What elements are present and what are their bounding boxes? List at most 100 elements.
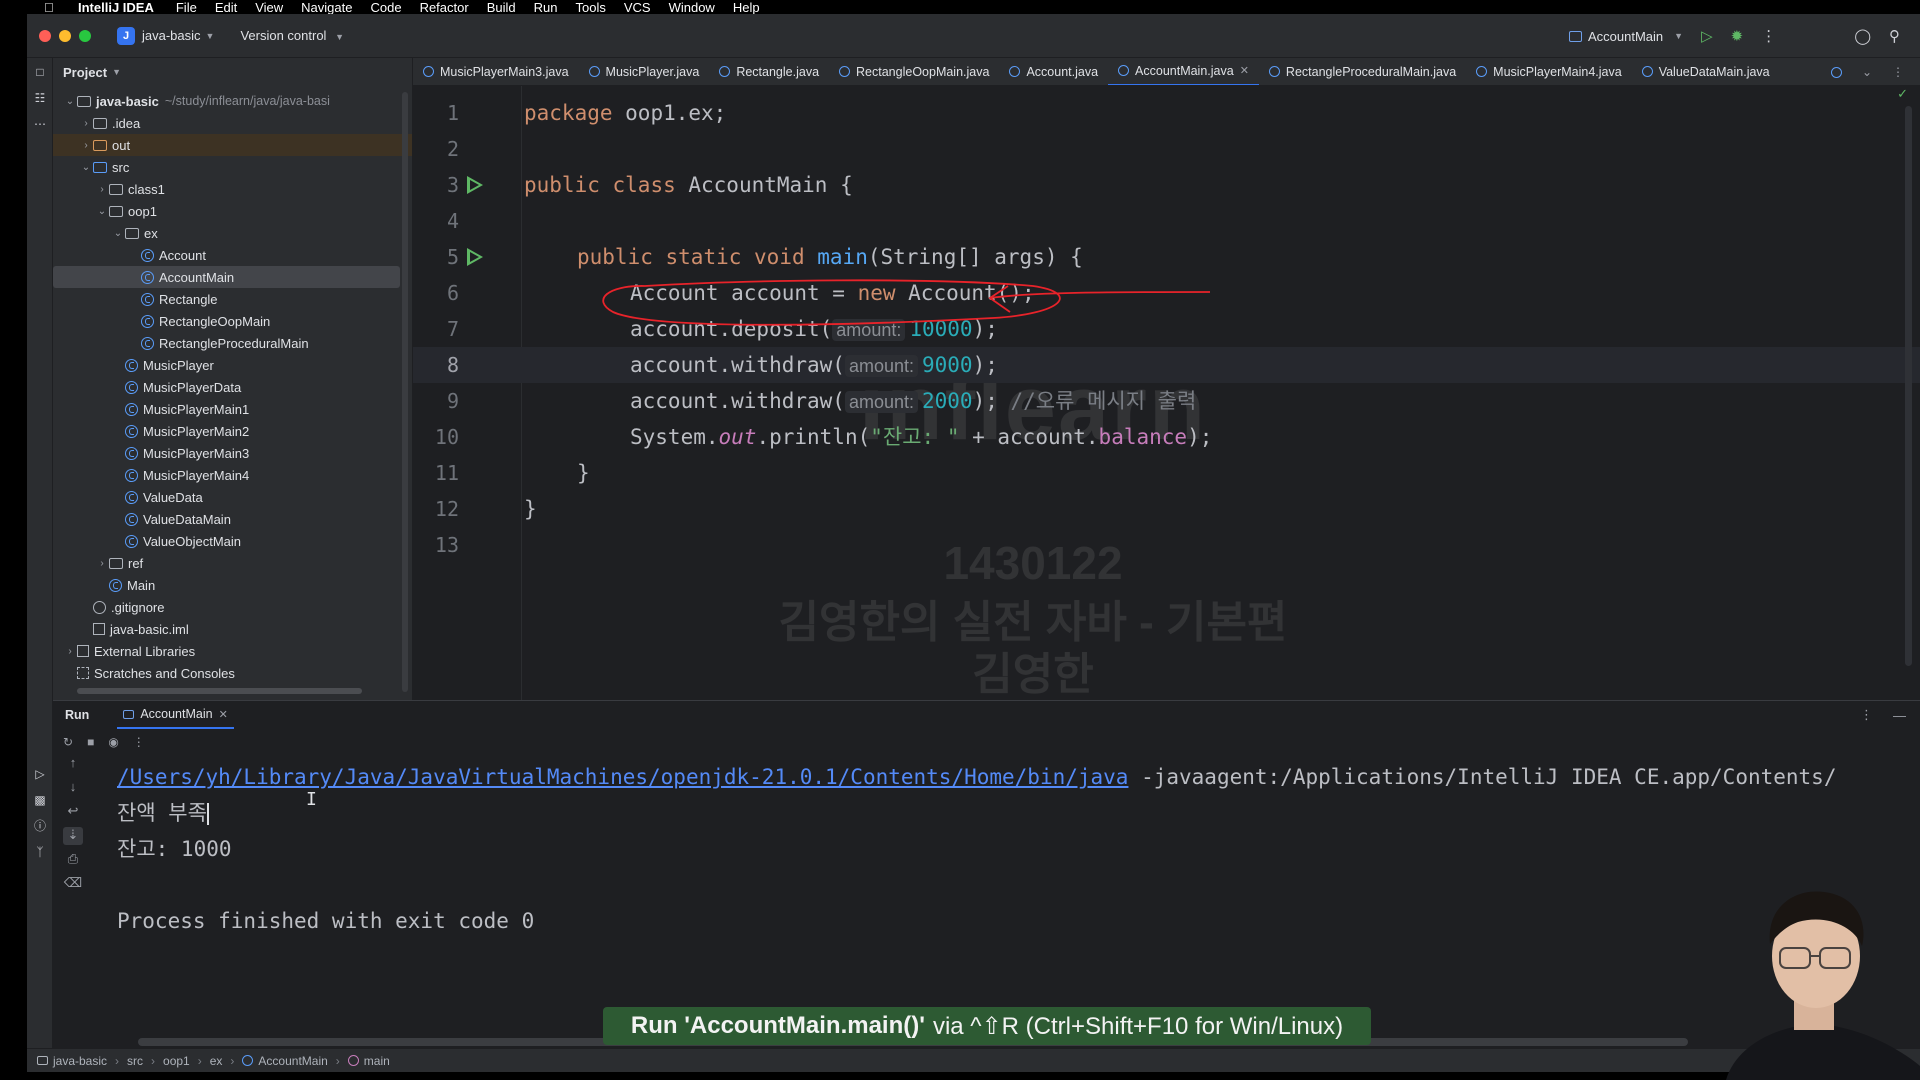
tree-item-musicplayermain1[interactable]: MusicPlayerMain1 <box>53 398 412 420</box>
code-editor[interactable]: inflearn 1430122 김영한의 실전 자바 - 기본편 김영한 1p… <box>413 86 1920 700</box>
tree-item-main[interactable]: Main <box>53 574 412 596</box>
close-tab-icon[interactable]: ✕ <box>219 708 228 721</box>
editor-vertical-scrollbar[interactable] <box>1905 106 1912 666</box>
debug-icon[interactable]: ✹ <box>1731 27 1744 45</box>
chevron-right-icon[interactable]: › <box>63 646 77 657</box>
tree-item-musicplayermain2[interactable]: MusicPlayerMain2 <box>53 420 412 442</box>
chevron-right-icon[interactable]: › <box>79 140 93 151</box>
camera-icon[interactable]: ◉ <box>108 735 118 749</box>
tree-item-accountmain[interactable]: AccountMain <box>53 266 400 288</box>
tab-rectangleproceduralmain[interactable]: RectangleProceduralMain.java <box>1259 58 1466 85</box>
menu-build[interactable]: Build <box>487 0 516 15</box>
class-icon[interactable] <box>1830 66 1842 78</box>
menu-file[interactable]: File <box>176 0 197 15</box>
tree-item-scratches[interactable]: Scratches and Consoles <box>53 662 412 684</box>
tree-item-class1[interactable]: › class1 <box>53 178 412 200</box>
scroll-down-icon[interactable]: ↓ <box>63 779 83 797</box>
run-gutter-icon[interactable] <box>467 248 483 266</box>
tree-item-oop1[interactable]: ⌄ oop1 <box>53 200 412 222</box>
more-tools-icon[interactable]: ⋯ <box>32 116 48 132</box>
tree-item-external-libraries[interactable]: › External Libraries <box>53 640 412 662</box>
project-panel-header[interactable]: Project ▼ <box>53 58 412 86</box>
breadcrumb-item[interactable]: java-basic <box>53 1054 107 1068</box>
menu-view[interactable]: View <box>255 0 283 15</box>
account-icon[interactable]: ◯ <box>1854 27 1871 45</box>
clear-all-icon[interactable]: ⌫ <box>63 875 83 893</box>
options-menu-icon[interactable]: ⋮ <box>1860 707 1873 723</box>
run-icon[interactable]: ▷ <box>1701 27 1713 45</box>
tree-item-musicplayermain4[interactable]: MusicPlayerMain4 <box>53 464 412 486</box>
no-problems-check-icon[interactable]: ✓ <box>1897 86 1908 102</box>
breadcrumb-item[interactable]: main <box>364 1054 390 1068</box>
terminal-tool-icon[interactable]: ▩ <box>32 792 48 808</box>
tree-item-ex[interactable]: ⌄ ex <box>53 222 412 244</box>
tree-item-java-basic[interactable]: ⌄ java-basic ~/study/inflearn/java/java-ba… <box>53 90 412 112</box>
rerun-icon[interactable]: ↻ <box>63 735 73 749</box>
menu-tools[interactable]: Tools <box>575 0 605 15</box>
breadcrumb-item[interactable]: ex <box>210 1054 223 1068</box>
tab-account[interactable]: Account.java <box>999 58 1108 85</box>
search-icon[interactable]: ⚲ <box>1889 27 1900 45</box>
menu-help[interactable]: Help <box>733 0 760 15</box>
breadcrumb-item[interactable]: src <box>127 1054 143 1068</box>
chevron-right-icon[interactable]: › <box>79 118 93 129</box>
menu-edit[interactable]: Edit <box>215 0 237 15</box>
git-tool-icon[interactable]: ᛉ <box>32 844 48 860</box>
zoom-window-button[interactable] <box>79 29 91 42</box>
stop-icon[interactable]: ■ <box>87 735 94 749</box>
services-tool-icon[interactable]: ▷ <box>32 766 48 782</box>
breadcrumb-item[interactable]: AccountMain <box>258 1054 327 1068</box>
close-window-button[interactable] <box>39 29 51 42</box>
tree-item-valuedatamain[interactable]: ValueDataMain <box>53 508 412 530</box>
project-horizontal-scrollbar[interactable] <box>77 688 362 694</box>
hide-panel-icon[interactable]: — <box>1893 708 1906 723</box>
close-tab-icon[interactable]: ✕ <box>1240 64 1249 77</box>
tree-item-rectangleoopmain[interactable]: RectangleOopMain <box>53 310 412 332</box>
tree-item-out[interactable]: › out <box>53 134 412 156</box>
chevron-right-icon[interactable]: › <box>95 184 109 195</box>
tab-accountmain[interactable]: AccountMain.java ✕ <box>1108 58 1259 85</box>
menu-refactor[interactable]: Refactor <box>420 0 469 15</box>
tab-rectangle[interactable]: Rectangle.java <box>709 58 829 85</box>
menu-app-name[interactable]: IntelliJ IDEA <box>78 0 154 15</box>
tab-musicplayermain3[interactable]: MusicPlayerMain3.java <box>413 58 579 85</box>
more-actions-icon[interactable]: ⋮ <box>133 735 145 749</box>
tab-musicplayermain4[interactable]: MusicPlayerMain4.java <box>1466 58 1632 85</box>
tree-item-idea[interactable]: › .idea <box>53 112 412 134</box>
soft-wrap-icon[interactable]: ↩ <box>63 803 83 821</box>
tree-item-musicplayerdata[interactable]: MusicPlayerData <box>53 376 412 398</box>
chevron-down-icon[interactable]: ⌄ <box>79 162 93 173</box>
tab-more-icon[interactable]: ⋮ <box>1892 65 1904 79</box>
tree-item-ref[interactable]: › ref <box>53 552 412 574</box>
menu-navigate[interactable]: Navigate <box>301 0 352 15</box>
chevron-right-icon[interactable]: › <box>95 558 109 569</box>
menu-code[interactable]: Code <box>370 0 401 15</box>
chevron-down-icon[interactable]: ⌄ <box>95 206 109 217</box>
tree-item-account[interactable]: Account <box>53 244 412 266</box>
tree-item-rectangleproceduralmain[interactable]: RectangleProceduralMain <box>53 332 412 354</box>
project-switcher[interactable]: J java-basic ▼ <box>117 26 214 45</box>
run-tab-accountmain[interactable]: AccountMain ✕ <box>117 701 234 729</box>
tree-item-valueobjectmain[interactable]: ValueObjectMain <box>53 530 412 552</box>
menu-vcs[interactable]: VCS <box>624 0 651 15</box>
apple-icon[interactable]:  <box>44 0 68 15</box>
scroll-to-end-icon[interactable]: ⇣ <box>63 827 83 845</box>
tree-item-valuedata[interactable]: ValueData <box>53 486 412 508</box>
chevron-down-icon[interactable]: ⌄ <box>111 228 125 239</box>
minimize-window-button[interactable] <box>59 29 71 42</box>
tab-valuedatamain[interactable]: ValueDataMain.java <box>1632 58 1780 85</box>
project-vertical-scrollbar[interactable] <box>402 92 408 692</box>
more-actions-icon[interactable]: ⋮ <box>1761 27 1776 45</box>
console-output[interactable]: /Users/yh/Library/Java/JavaVirtualMachin… <box>117 759 1907 999</box>
tree-item-src[interactable]: ⌄ src <box>53 156 412 178</box>
run-configuration-selector[interactable]: AccountMain ▼ <box>1569 29 1683 44</box>
version-control-widget[interactable]: Version control ▼ <box>240 28 344 43</box>
tree-item-rectangle[interactable]: Rectangle <box>53 288 412 310</box>
chevron-down-icon[interactable]: ⌄ <box>63 96 77 107</box>
java-path-link[interactable]: /Users/yh/Library/Java/JavaVirtualMachin… <box>117 765 1128 789</box>
tab-list-chevron-icon[interactable]: ⌄ <box>1862 65 1872 79</box>
tree-item-musicplayer[interactable]: MusicPlayer <box>53 354 412 376</box>
problems-tool-icon[interactable]: ⓘ <box>32 818 48 834</box>
structure-tool-icon[interactable]: ☷ <box>32 90 48 106</box>
project-tool-icon[interactable]: □ <box>32 64 48 80</box>
